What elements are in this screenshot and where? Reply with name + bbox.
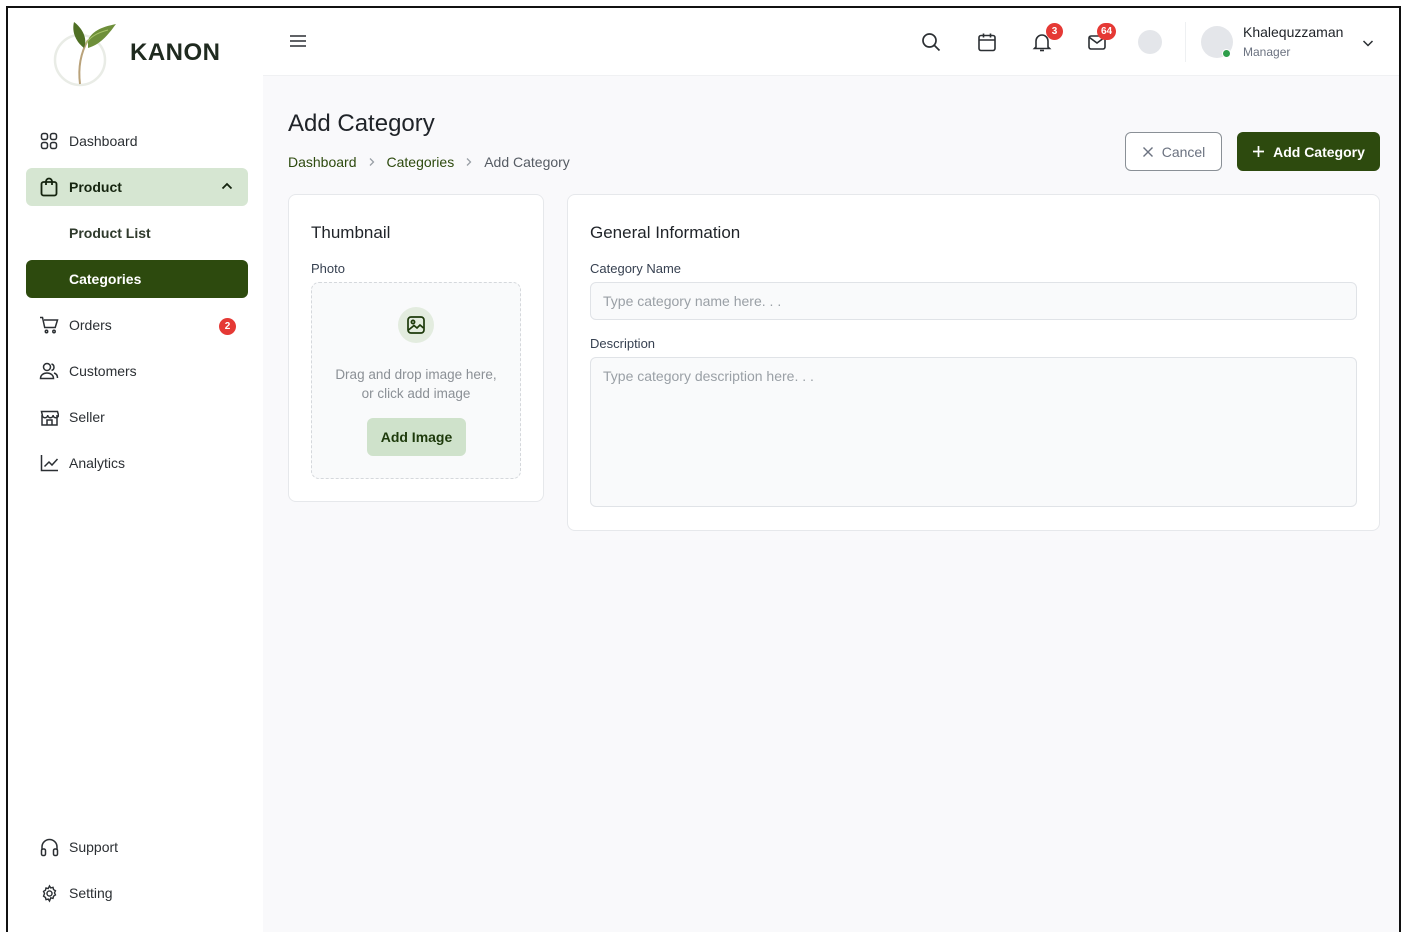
logo[interactable]: KANON xyxy=(50,18,221,88)
online-status-dot xyxy=(1222,49,1231,58)
breadcrumb-current: Add Category xyxy=(484,154,570,170)
description-label: Description xyxy=(590,336,656,351)
avatar[interactable] xyxy=(1201,26,1233,58)
orders-count-badge: 2 xyxy=(219,318,236,335)
cart-icon xyxy=(38,314,60,336)
chart-line-icon xyxy=(38,452,60,474)
divider xyxy=(1185,22,1186,62)
image-icon xyxy=(398,307,434,343)
sidebar-subitem-categories[interactable]: Categories xyxy=(26,260,248,298)
store-icon xyxy=(38,406,60,428)
sidebar-item-label: Support xyxy=(69,839,119,855)
status-placeholder[interactable] xyxy=(1138,30,1162,54)
sidebar-item-analytics[interactable]: Analytics xyxy=(26,444,248,482)
sidebar-item-dashboard[interactable]: Dashboard xyxy=(26,122,248,160)
user-name: Khalequzzaman xyxy=(1243,24,1344,40)
sidebar-nav: Dashboard Product Product List Categorie… xyxy=(26,122,248,490)
sidebar-item-seller[interactable]: Seller xyxy=(26,398,248,436)
sidebar-item-label: Dashboard xyxy=(69,133,138,149)
brand-name: KANON xyxy=(130,39,221,66)
sidebar-bottom-nav: Support Setting xyxy=(26,828,248,920)
general-information-title: General Information xyxy=(590,223,741,242)
sidebar: KANON Dashboard Product Product List Cat… xyxy=(8,8,263,932)
sidebar-item-label: Customers xyxy=(69,363,137,379)
hamburger-menu-icon[interactable] xyxy=(289,34,307,53)
plus-icon xyxy=(1252,145,1265,158)
sidebar-item-label: Orders xyxy=(69,317,112,333)
thumbnail-card: Thumbnail Photo Drag and drop image here… xyxy=(288,194,544,502)
search-icon[interactable] xyxy=(919,30,943,54)
sidebar-item-label: Seller xyxy=(69,409,105,425)
user-role: Manager xyxy=(1243,45,1291,59)
sidebar-item-support[interactable]: Support xyxy=(26,828,248,866)
sidebar-item-label: Setting xyxy=(69,885,113,901)
category-name-input[interactable] xyxy=(590,282,1357,320)
description-textarea[interactable] xyxy=(590,357,1357,507)
app-window: KANON Dashboard Product Product List Cat… xyxy=(6,6,1401,932)
photo-label: Photo xyxy=(311,261,345,276)
main-content: Add Category Dashboard Categories Add Ca… xyxy=(263,76,1399,932)
chevron-right-icon xyxy=(367,155,377,170)
dropzone-hint-line-2: or click add image xyxy=(361,386,471,401)
sidebar-subitem-product-list[interactable]: Product List xyxy=(26,214,248,252)
add-image-button[interactable]: Add Image xyxy=(367,418,466,456)
shopping-bag-icon xyxy=(38,176,60,198)
leaf-logo-icon xyxy=(50,18,120,88)
sidebar-item-setting[interactable]: Setting xyxy=(26,874,248,912)
chevron-right-icon xyxy=(464,155,474,170)
grid-icon xyxy=(38,130,60,152)
sidebar-item-customers[interactable]: Customers xyxy=(26,352,248,390)
calendar-icon[interactable] xyxy=(975,30,999,54)
cancel-button[interactable]: Cancel xyxy=(1125,132,1222,171)
notifications-badge: 3 xyxy=(1046,23,1063,40)
users-icon xyxy=(38,360,60,382)
gear-icon xyxy=(38,882,60,904)
messages-badge: 64 xyxy=(1097,23,1117,40)
image-dropzone[interactable]: Drag and drop image here, or click add i… xyxy=(311,282,521,479)
sidebar-item-label: Product xyxy=(69,179,122,195)
general-information-card: General Information Category Name Descri… xyxy=(567,194,1380,531)
breadcrumb-categories[interactable]: Categories xyxy=(387,154,455,170)
breadcrumb-dashboard[interactable]: Dashboard xyxy=(288,154,357,170)
cancel-label: Cancel xyxy=(1161,143,1206,160)
breadcrumb: Dashboard Categories Add Category xyxy=(288,154,570,170)
dropzone-hint: Drag and drop image here, or click add i… xyxy=(312,365,520,403)
sidebar-item-product[interactable]: Product xyxy=(26,168,248,206)
page-title: Add Category xyxy=(288,110,435,137)
close-icon xyxy=(1142,146,1154,158)
chevron-up-icon[interactable] xyxy=(220,179,234,196)
sidebar-item-label: Analytics xyxy=(69,455,126,471)
category-name-label: Category Name xyxy=(590,261,682,276)
chevron-down-icon[interactable] xyxy=(1361,36,1375,55)
thumbnail-title: Thumbnail xyxy=(311,223,391,242)
topbar: 3 64 Khalequzzaman Manager xyxy=(263,8,1399,76)
add-category-button[interactable]: Add Category xyxy=(1237,132,1380,171)
sidebar-item-orders[interactable]: Orders 2 xyxy=(26,306,248,344)
headset-icon xyxy=(38,836,60,858)
dropzone-hint-line-1: Drag and drop image here, xyxy=(335,367,497,382)
add-category-label: Add Category xyxy=(1273,143,1365,160)
